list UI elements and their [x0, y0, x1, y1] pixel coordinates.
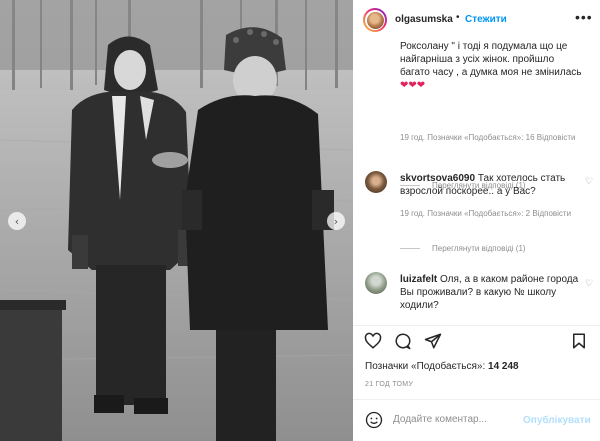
likes-label: Позначки «Подобається»: — [365, 361, 486, 372]
bookmark-icon[interactable] — [569, 331, 589, 351]
comment-2-avatar[interactable] — [365, 171, 387, 193]
post-panel: olgasumska • Стежити ••• Роксолану " і т… — [353, 0, 600, 441]
likes-count[interactable]: Позначки «Подобається»: 14 248 — [365, 361, 519, 372]
post-timestamp: 21 ГОД ТОМУ — [365, 381, 414, 388]
comment-1-hearts: ❤❤❤ — [400, 80, 426, 91]
post-photo: ‹ › — [0, 0, 353, 441]
publish-button[interactable]: Опублікувати — [523, 415, 591, 426]
comment-2-like-icon[interactable]: ♡ — [585, 177, 593, 186]
comment-2-text: skvortsova6090 Так хотелось стать взросл… — [400, 172, 585, 198]
view-replies-label-2: Переглянути відповіді (1) — [432, 244, 526, 253]
comment-3-like-icon[interactable]: ♡ — [585, 279, 593, 288]
author-username[interactable]: olgasumska — [395, 14, 453, 25]
post-header: olgasumska • Стежити ••• — [353, 0, 600, 40]
author-avatar[interactable] — [363, 8, 387, 32]
comment-3-avatar[interactable] — [365, 272, 387, 294]
comment-1-body: Роксолану " і тоді я подумала що це найг… — [400, 41, 582, 78]
comment-input[interactable] — [393, 414, 513, 425]
post-photo-image — [0, 0, 353, 441]
comment-3-text: luizafelt Оля, а в каком районе города В… — [400, 273, 585, 312]
comments-list: Роксолану " і тоді я подумала що це найг… — [353, 40, 600, 325]
comment-2-username[interactable]: skvortsova6090 — [400, 173, 475, 184]
heart-icon[interactable] — [363, 331, 383, 351]
more-horizontal-icon[interactable]: ••• — [575, 10, 593, 24]
emoji-icon[interactable] — [365, 411, 383, 429]
send-icon[interactable] — [423, 331, 443, 351]
view-replies-button-2[interactable]: Переглянути відповіді (1) — [400, 244, 526, 253]
add-comment-bar: Опублікувати — [353, 400, 600, 441]
header-separator: • — [456, 12, 460, 23]
chevron-left-icon[interactable]: ‹ — [8, 212, 26, 230]
comment-icon[interactable] — [393, 331, 413, 351]
chevron-right-icon[interactable]: › — [327, 212, 345, 230]
follow-button[interactable]: Стежити — [465, 14, 507, 25]
comment-1-text: Роксолану " і тоді я подумала що це найг… — [400, 40, 585, 92]
comment-2-meta[interactable]: 19 год. Позначки «Подобається»: 2 Відпов… — [400, 208, 590, 220]
likes-number: 14 248 — [488, 361, 519, 372]
action-bar — [353, 326, 600, 356]
comment-3-username[interactable]: luizafelt — [400, 274, 437, 285]
comment-1-meta[interactable]: 19 год. Позначки «Подобається»: 16 Відпо… — [400, 132, 590, 144]
